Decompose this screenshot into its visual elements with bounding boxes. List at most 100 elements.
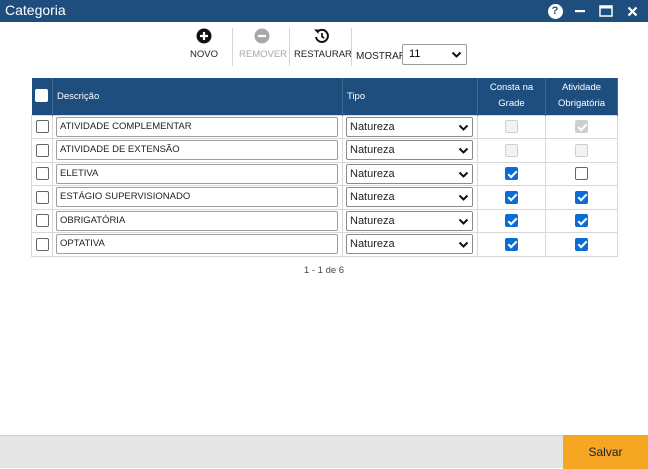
consta-grade-header-line2: Grade [498, 98, 525, 110]
descricao-header[interactable]: Descrição [52, 78, 343, 115]
consta-grade-checkbox[interactable] [505, 190, 518, 204]
maximize-icon [599, 5, 613, 17]
tipo-cell: Natureza [342, 208, 478, 233]
atividade-obrigatoria-checkbox [575, 143, 588, 157]
descricao-cell: ATIVIDADE COMPLEMENTAR [52, 114, 343, 139]
categoria-table: Descrição Tipo Consta na Grade Atividade… [31, 78, 618, 257]
atividade-obrigatoria-cell [545, 232, 618, 257]
tipo-select[interactable]: Natureza [346, 234, 473, 255]
descricao-input[interactable]: ESTÁGIO SUPERVISIONADO [56, 187, 338, 208]
remover-button[interactable]: REMOVER [239, 28, 288, 66]
consta-grade-cell [477, 185, 546, 210]
chevron-down-icon [458, 218, 469, 225]
atividade-obrigatoria-cell [545, 138, 618, 163]
descricao-input[interactable]: OPTATIVA [56, 234, 338, 255]
mostrar-value: 11 [409, 48, 421, 60]
restaurar-button[interactable]: RESTAURAR [294, 28, 352, 66]
row-select-cell [31, 208, 53, 233]
tipo-select[interactable]: Natureza [346, 187, 473, 208]
row-select-cell [31, 232, 53, 257]
select-all-checkbox[interactable] [35, 89, 49, 103]
remover-label: REMOVER [239, 49, 288, 60]
table-row: OBRIGATÓRIA Natureza [31, 208, 618, 233]
row-select-cell [31, 138, 53, 163]
atividade-obrigatoria-cell [545, 208, 618, 233]
atividade-obrigatoria-checkbox[interactable] [575, 237, 588, 251]
descricao-cell: ATIVIDADE DE EXTENSÃO [52, 138, 343, 163]
atividade-obrigatoria-checkbox[interactable] [575, 190, 588, 204]
plus-circle-icon [196, 28, 212, 44]
table-row: ATIVIDADE COMPLEMENTAR Natureza [31, 114, 618, 139]
mostrar-select[interactable]: 11 [402, 44, 467, 65]
tipo-cell: Natureza [342, 138, 478, 163]
close-button[interactable] [623, 2, 641, 20]
tipo-header[interactable]: Tipo [342, 78, 478, 115]
novo-button[interactable]: NOVO [188, 28, 220, 66]
chevron-down-icon [451, 51, 462, 58]
tipo-value: Natureza [350, 214, 395, 227]
descricao-input[interactable]: ATIVIDADE DE EXTENSÃO [56, 140, 338, 161]
atividade-obrigatoria-checkbox[interactable] [575, 214, 588, 228]
descricao-input[interactable]: ELETIVA [56, 163, 338, 184]
chevron-down-icon [458, 148, 469, 155]
tipo-cell: Natureza [342, 114, 478, 139]
row-select-checkbox[interactable] [35, 190, 49, 204]
chevron-down-icon [458, 195, 469, 202]
help-icon: ? [547, 3, 563, 19]
save-button[interactable]: Salvar [563, 435, 648, 469]
row-select-checkbox[interactable] [35, 120, 49, 134]
title-bar: Categoria ? [0, 0, 648, 22]
close-icon [627, 6, 637, 16]
consta-grade-cell [477, 138, 546, 163]
help-button[interactable]: ? [546, 2, 564, 20]
row-select-checkbox[interactable] [35, 143, 49, 157]
toolbar: NOVO REMOVER RESTAURAR MOSTRAR: 11 [0, 28, 648, 68]
row-select-checkbox[interactable] [35, 237, 49, 251]
chevron-down-icon [458, 242, 469, 249]
tipo-cell: Natureza [342, 185, 478, 210]
minimize-button[interactable] [571, 2, 589, 20]
tipo-select[interactable]: Natureza [346, 116, 473, 137]
row-select-checkbox[interactable] [35, 214, 49, 228]
atividade-obrigatoria-checkbox[interactable] [575, 167, 588, 181]
table-row: ATIVIDADE DE EXTENSÃO Natureza [31, 138, 618, 163]
table-row: ESTÁGIO SUPERVISIONADO Natureza [31, 185, 618, 210]
descricao-cell: ESTÁGIO SUPERVISIONADO [52, 185, 343, 210]
novo-label: NOVO [190, 49, 218, 60]
row-select-checkbox[interactable] [35, 167, 49, 181]
tipo-cell: Natureza [342, 161, 478, 186]
consta-grade-cell [477, 208, 546, 233]
consta-grade-header[interactable]: Consta na Grade [477, 78, 546, 115]
tipo-value: Natureza [350, 120, 395, 133]
descricao-input[interactable]: ATIVIDADE COMPLEMENTAR [56, 116, 338, 137]
tipo-value: Natureza [350, 238, 395, 251]
table-header-row: Descrição Tipo Consta na Grade Atividade… [31, 78, 618, 115]
tipo-cell: Natureza [342, 232, 478, 257]
atividade-obrigatoria-checkbox [575, 120, 588, 134]
chevron-down-icon [458, 124, 469, 131]
atividade-obrigatoria-cell [545, 161, 618, 186]
row-select-cell [31, 161, 53, 186]
minimize-icon [575, 10, 585, 13]
consta-grade-checkbox [505, 120, 518, 134]
consta-grade-cell [477, 232, 546, 257]
chevron-down-icon [458, 171, 469, 178]
consta-grade-checkbox[interactable] [505, 237, 518, 251]
footer-bar: Salvar [0, 435, 648, 469]
tipo-select[interactable]: Natureza [346, 163, 473, 184]
row-select-cell [31, 185, 53, 210]
consta-grade-checkbox[interactable] [505, 167, 518, 181]
tipo-select[interactable]: Natureza [346, 210, 473, 231]
consta-grade-checkbox[interactable] [505, 214, 518, 228]
tipo-select[interactable]: Natureza [346, 140, 473, 161]
minus-circle-icon [254, 28, 270, 44]
atividade-obrigatoria-header[interactable]: Atividade Obrigatória [545, 78, 618, 115]
descricao-input[interactable]: OBRIGATÓRIA [56, 210, 338, 231]
toolbar-divider [232, 28, 233, 66]
mostrar-label: MOSTRAR: [356, 51, 409, 62]
window-title: Categoria [5, 2, 66, 18]
maximize-button[interactable] [597, 2, 615, 20]
tipo-value: Natureza [350, 167, 395, 180]
toolbar-divider [289, 28, 290, 66]
select-all-cell [31, 78, 53, 115]
